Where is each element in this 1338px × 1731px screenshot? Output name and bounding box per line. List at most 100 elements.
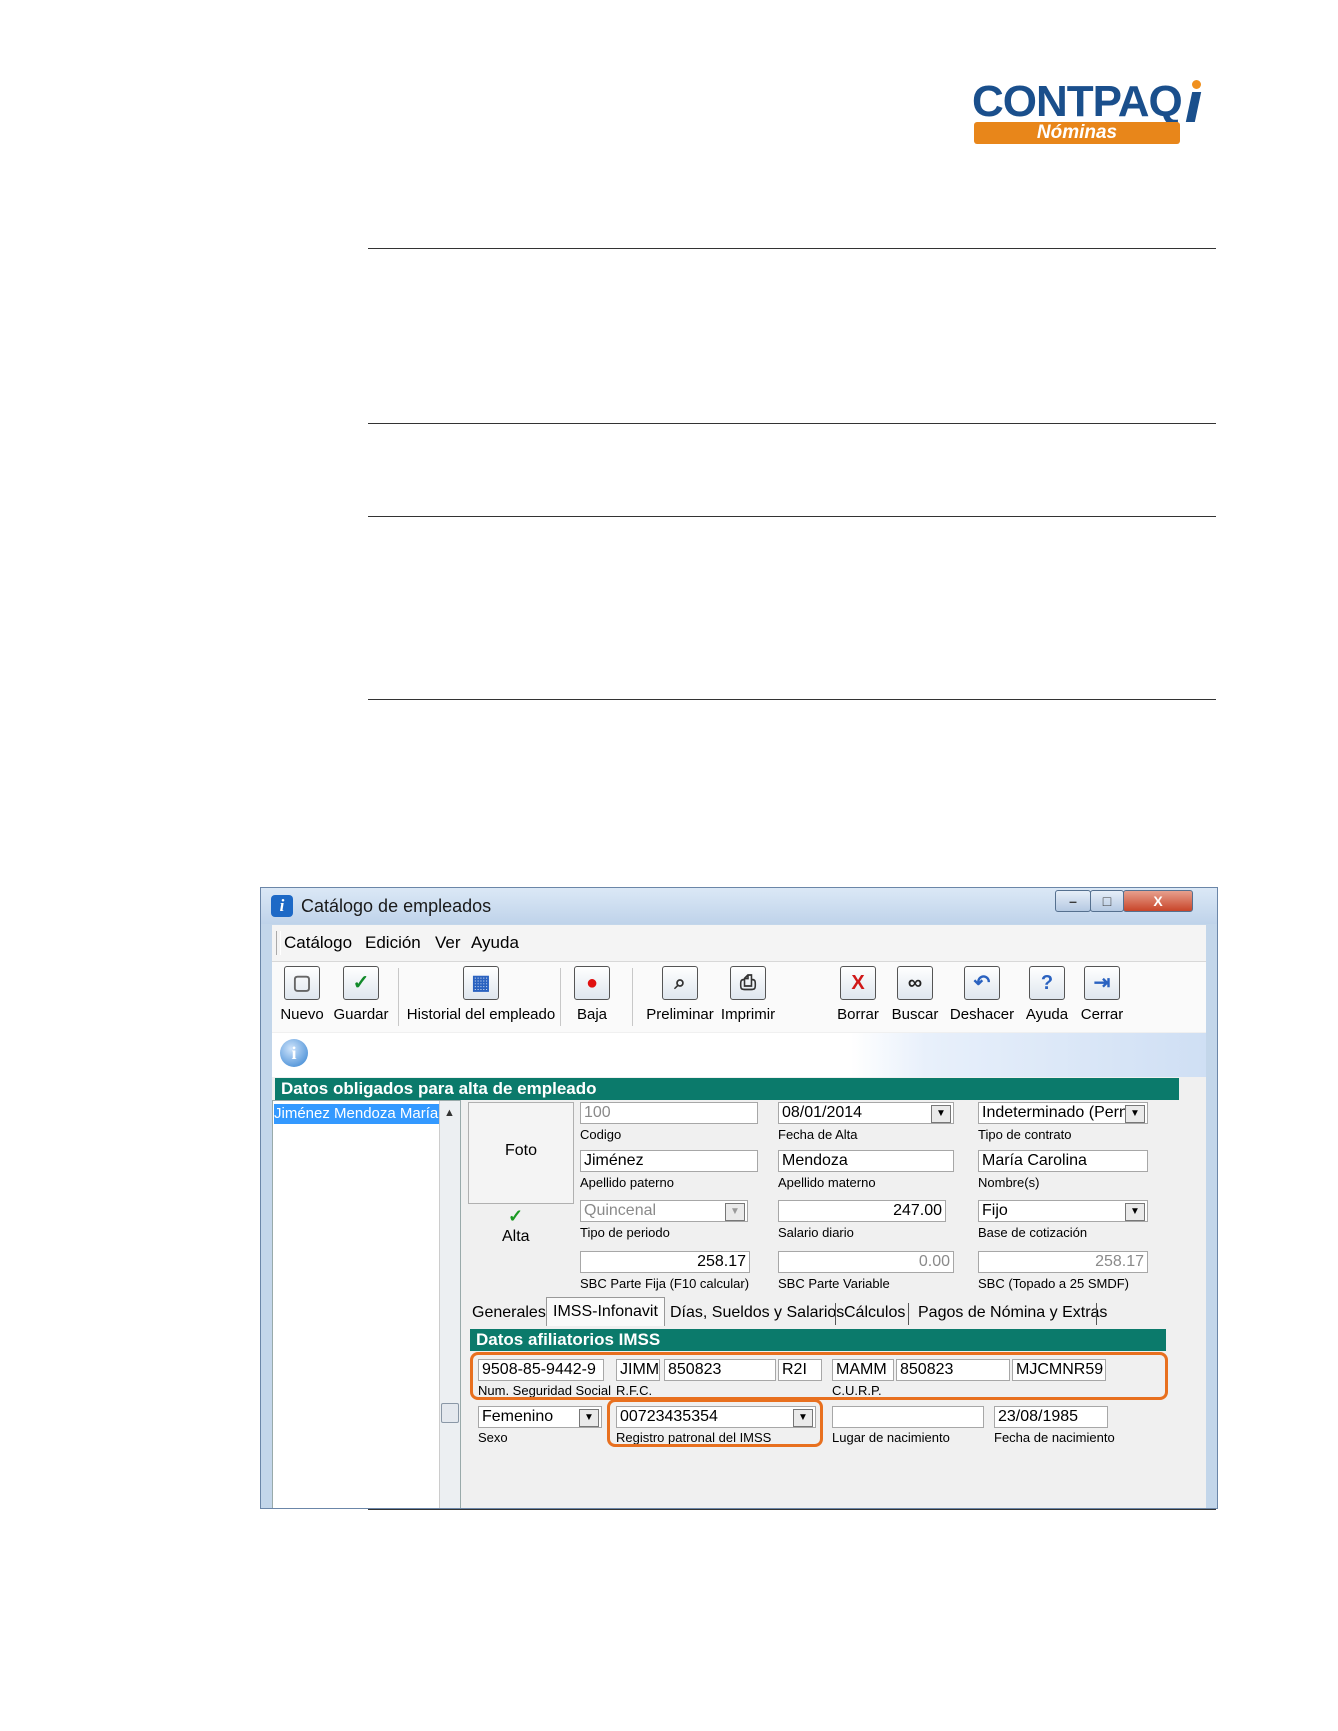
preliminar-label: Preliminar <box>646 1006 714 1023</box>
tab-strip: Generales IMSS-Infonavit Días, Sueldos y… <box>462 1297 1206 1327</box>
borrar-button[interactable]: X Borrar <box>832 966 884 1023</box>
tab-dias-sueldos-salarios[interactable]: Días, Sueldos y Salarios <box>670 1301 844 1325</box>
catalogo-empleados-window: i Catálogo de empleados – □ X Catálogo E… <box>260 887 1218 1509</box>
deshacer-button[interactable]: ↶ Deshacer <box>946 966 1018 1023</box>
tab-calculos[interactable]: Cálculos <box>844 1301 905 1325</box>
guardar-button[interactable]: ✓ Guardar <box>330 966 392 1023</box>
imprimir-button[interactable]: ⎙ Imprimir <box>720 966 776 1023</box>
contpaqi-nominas-logo: CONTPAQ Nóminas <box>970 78 1210 146</box>
sbc-fija-field[interactable]: 258.17 <box>580 1251 750 1273</box>
chevron-down-icon[interactable]: ▼ <box>1125 1203 1145 1221</box>
checkmark-icon: ✓ <box>343 966 379 1000</box>
employee-history-icon: ▦ <box>463 966 499 1000</box>
status-label: Alta <box>502 1228 530 1245</box>
toolbar-separator <box>632 968 633 1026</box>
close-button[interactable]: X <box>1123 890 1193 912</box>
section-datos-afiliatorios: Datos afiliatorios IMSS <box>470 1329 1166 1351</box>
photo-box[interactable]: Foto <box>468 1102 574 1204</box>
section-datos-obligados: Datos obligados para alta de empleado <box>275 1078 1179 1100</box>
sexo-select[interactable]: Femenino ▼ <box>478 1406 602 1428</box>
nuevo-button[interactable]: ▢ Nuevo <box>278 966 326 1023</box>
toolbar-separator <box>560 968 561 1026</box>
apellido-materno-label: Apellido materno <box>778 1175 876 1190</box>
codigo-label: Codigo <box>580 1127 622 1142</box>
info-bar: i <box>272 1033 1206 1077</box>
borrar-label: Borrar <box>837 1006 879 1023</box>
scroll-thumb[interactable] <box>441 1403 459 1423</box>
preliminar-button[interactable]: ⌕ Preliminar <box>644 966 716 1023</box>
menu-edicion[interactable]: Edición <box>365 933 421 953</box>
red-circle-icon: ● <box>574 966 610 1000</box>
sexo-label: Sexo <box>478 1430 508 1445</box>
tipo-contrato-select[interactable]: Indeterminado (Pern ▼ <box>978 1102 1148 1124</box>
sbc-variable-label: SBC Parte Variable <box>778 1276 890 1291</box>
divider-line <box>368 516 1216 517</box>
tipo-contrato-label: Tipo de contrato <box>978 1127 1072 1142</box>
ayuda-button[interactable]: ? Ayuda <box>1022 966 1072 1023</box>
apellido-paterno-field[interactable]: Jiménez <box>580 1150 758 1172</box>
historial-button[interactable]: ▦ Historial del empleado <box>406 966 556 1023</box>
salario-diario-field[interactable]: 247.00 <box>778 1200 946 1222</box>
employee-list-item-selected[interactable]: Jiménez Mendoza María <box>274 1104 439 1124</box>
fecha-nacimiento-label: Fecha de nacimiento <box>994 1430 1115 1445</box>
sbc-variable-field[interactable]: 0.00 <box>778 1251 954 1273</box>
apellido-materno-field[interactable]: Mendoza <box>778 1150 954 1172</box>
lugar-nacimiento-field[interactable] <box>832 1406 984 1428</box>
menu-catalogo[interactable]: Catálogo <box>284 933 352 953</box>
chevron-down-icon[interactable]: ▼ <box>931 1105 951 1123</box>
tab-imss-infonavit[interactable]: IMSS-Infonavit <box>546 1297 665 1326</box>
tab-generales[interactable]: Generales <box>472 1301 546 1325</box>
close-icon: X <box>1153 893 1163 909</box>
maximize-button[interactable]: □ <box>1090 890 1124 912</box>
window-client-area: Catálogo Edición Ver Ayuda ▢ Nuevo ✓ Gua… <box>272 925 1206 1508</box>
logo-i-dot <box>1192 80 1201 89</box>
logo-wordmark: CONTPAQ <box>972 77 1183 126</box>
menu-ayuda[interactable]: Ayuda <box>471 933 519 953</box>
logo-i-stem <box>1185 92 1202 122</box>
window-titlebar[interactable]: i Catálogo de empleados – □ X <box>261 888 1217 924</box>
chevron-down-icon[interactable]: ▼ <box>1125 1105 1145 1123</box>
cerrar-label: Cerrar <box>1080 1006 1124 1023</box>
sexo-value: Femenino <box>482 1408 554 1425</box>
nuevo-label: Nuevo <box>280 1006 324 1023</box>
base-cotizacion-select[interactable]: Fijo ▼ <box>978 1200 1148 1222</box>
fecha-nacimiento-field[interactable]: 23/08/1985 <box>994 1406 1108 1428</box>
help-question-icon: ? <box>1029 966 1065 1000</box>
buscar-label: Buscar <box>891 1006 939 1023</box>
historial-label: Historial del empleado <box>406 1006 556 1023</box>
sbc-topado-field[interactable]: 258.17 <box>978 1251 1148 1273</box>
scroll-up-icon[interactable]: ▲ <box>444 1107 455 1119</box>
sbc-fija-label: SBC Parte Fija (F10 calcular) <box>580 1276 750 1291</box>
tipo-periodo-select[interactable]: Quincenal ▼ <box>580 1200 748 1222</box>
imprimir-label: Imprimir <box>720 1006 776 1023</box>
cerrar-button[interactable]: ⇥ Cerrar <box>1076 966 1128 1023</box>
baja-button[interactable]: ● Baja <box>568 966 616 1023</box>
tipo-periodo-label: Tipo de periodo <box>580 1225 670 1240</box>
chevron-down-icon[interactable]: ▼ <box>579 1409 599 1427</box>
employee-list-scrollbar[interactable]: ▲ <box>439 1101 460 1508</box>
divider-line <box>368 248 1216 249</box>
minimize-button[interactable]: – <box>1055 890 1091 912</box>
nombres-field[interactable]: María Carolina <box>978 1150 1148 1172</box>
salario-diario-label: Salario diario <box>778 1225 854 1240</box>
divider-line <box>368 1509 1216 1510</box>
tab-separator <box>835 1303 836 1325</box>
logo-product-label: Nóminas <box>974 122 1180 144</box>
fecha-alta-field[interactable]: 08/01/2014 ▼ <box>778 1102 954 1124</box>
tab-pagos-nomina-extras[interactable]: Pagos de Nómina y Extras <box>918 1301 1107 1325</box>
divider-line <box>368 699 1216 700</box>
employee-list[interactable]: Jiménez Mendoza María ▲ <box>272 1100 461 1508</box>
ayuda-label: Ayuda <box>1025 1006 1069 1023</box>
menu-grip <box>276 931 281 955</box>
exit-door-icon: ⇥ <box>1084 966 1120 1000</box>
menu-ver[interactable]: Ver <box>435 933 461 953</box>
fecha-alta-value: 08/01/2014 <box>782 1104 863 1121</box>
buscar-button[interactable]: ∞ Buscar <box>886 966 944 1023</box>
tipo-periodo-value: Quincenal <box>584 1202 657 1219</box>
tipo-contrato-value: Indeterminado (Pern <box>982 1104 1128 1121</box>
toolbar-separator <box>398 968 399 1026</box>
chevron-down-icon[interactable]: ▼ <box>725 1203 745 1221</box>
alta-check-icon: ✓ <box>508 1206 524 1226</box>
toolbar: ▢ Nuevo ✓ Guardar ▦ Historial del emplea… <box>272 962 1206 1032</box>
codigo-field[interactable]: 100 <box>580 1102 758 1124</box>
